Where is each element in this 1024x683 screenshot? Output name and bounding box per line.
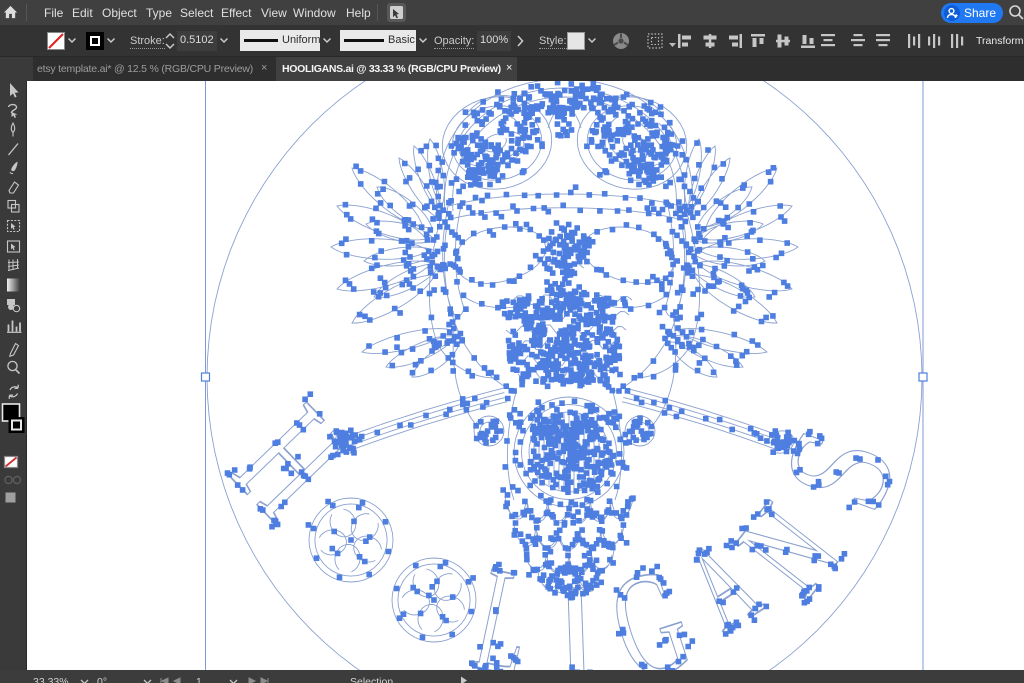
svg-text:L: L xyxy=(462,535,546,670)
